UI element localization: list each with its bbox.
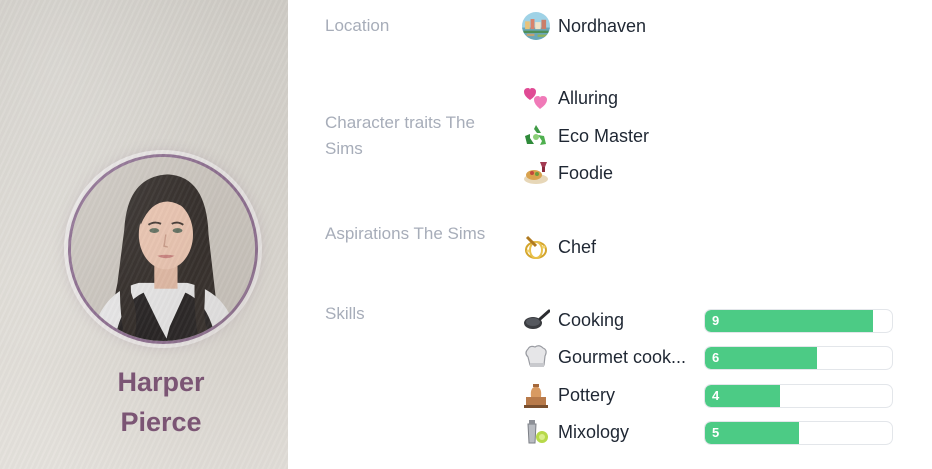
cocktail-shaker-icon: [522, 418, 550, 446]
sim-last-name: Pierce: [120, 407, 202, 437]
recycle-icon: [522, 122, 550, 150]
skill-label: Cooking: [558, 309, 625, 330]
profile-panel: Harper Pierce: [0, 0, 288, 469]
traits-label: Character traits The Sims: [325, 113, 475, 158]
skill-row[interactable]: Mixology: [522, 417, 698, 447]
pottery-wheel-icon: [522, 381, 550, 409]
skill-bar: 6: [704, 346, 893, 370]
food-plate-icon: [522, 159, 550, 187]
location-label: Location: [325, 16, 390, 35]
skill-row[interactable]: Gourmet cook...: [522, 342, 698, 372]
whisk-icon: [522, 233, 550, 261]
trait-label: Foodie: [558, 162, 614, 183]
trait-label: Eco Master: [558, 125, 650, 146]
skill-row[interactable]: Pottery: [522, 380, 698, 410]
skill-bar: 5: [704, 421, 893, 445]
skill-bar-fill: 4: [705, 385, 780, 407]
avatar: [68, 154, 258, 344]
trait-item[interactable]: Eco Master: [522, 121, 649, 151]
sim-name: Harper Pierce: [0, 362, 288, 442]
aspiration-label: Chef: [558, 236, 597, 257]
skill-bar-fill: 9: [705, 310, 874, 332]
location-row[interactable]: Nordhaven: [522, 8, 646, 44]
sim-portrait: [71, 157, 255, 341]
trait-item[interactable]: Alluring: [522, 83, 618, 113]
skill-row[interactable]: Cooking: [522, 305, 698, 335]
skill-bar-fill: 5: [705, 422, 799, 444]
frying-pan-icon: [522, 306, 550, 334]
skill-label: Gourmet cook...: [558, 346, 687, 367]
aspirations-label: Aspirations The Sims: [325, 224, 486, 243]
location-name: Nordhaven: [558, 15, 647, 36]
skill-bar-fill: 6: [705, 347, 818, 369]
trait-label: Alluring: [558, 87, 619, 108]
chef-hat-icon: [522, 343, 550, 371]
hearts-icon: [522, 84, 550, 112]
trait-item[interactable]: Foodie: [522, 158, 613, 188]
skill-bar: 9: [704, 309, 893, 333]
aspiration-item[interactable]: Chef: [522, 232, 596, 262]
skill-bar: 4: [704, 384, 893, 408]
skill-label: Mixology: [558, 421, 630, 442]
skill-label: Pottery: [558, 384, 616, 405]
skills-label: Skills: [325, 304, 365, 323]
sim-first-name: Harper: [117, 367, 205, 397]
town-icon: [522, 12, 550, 40]
